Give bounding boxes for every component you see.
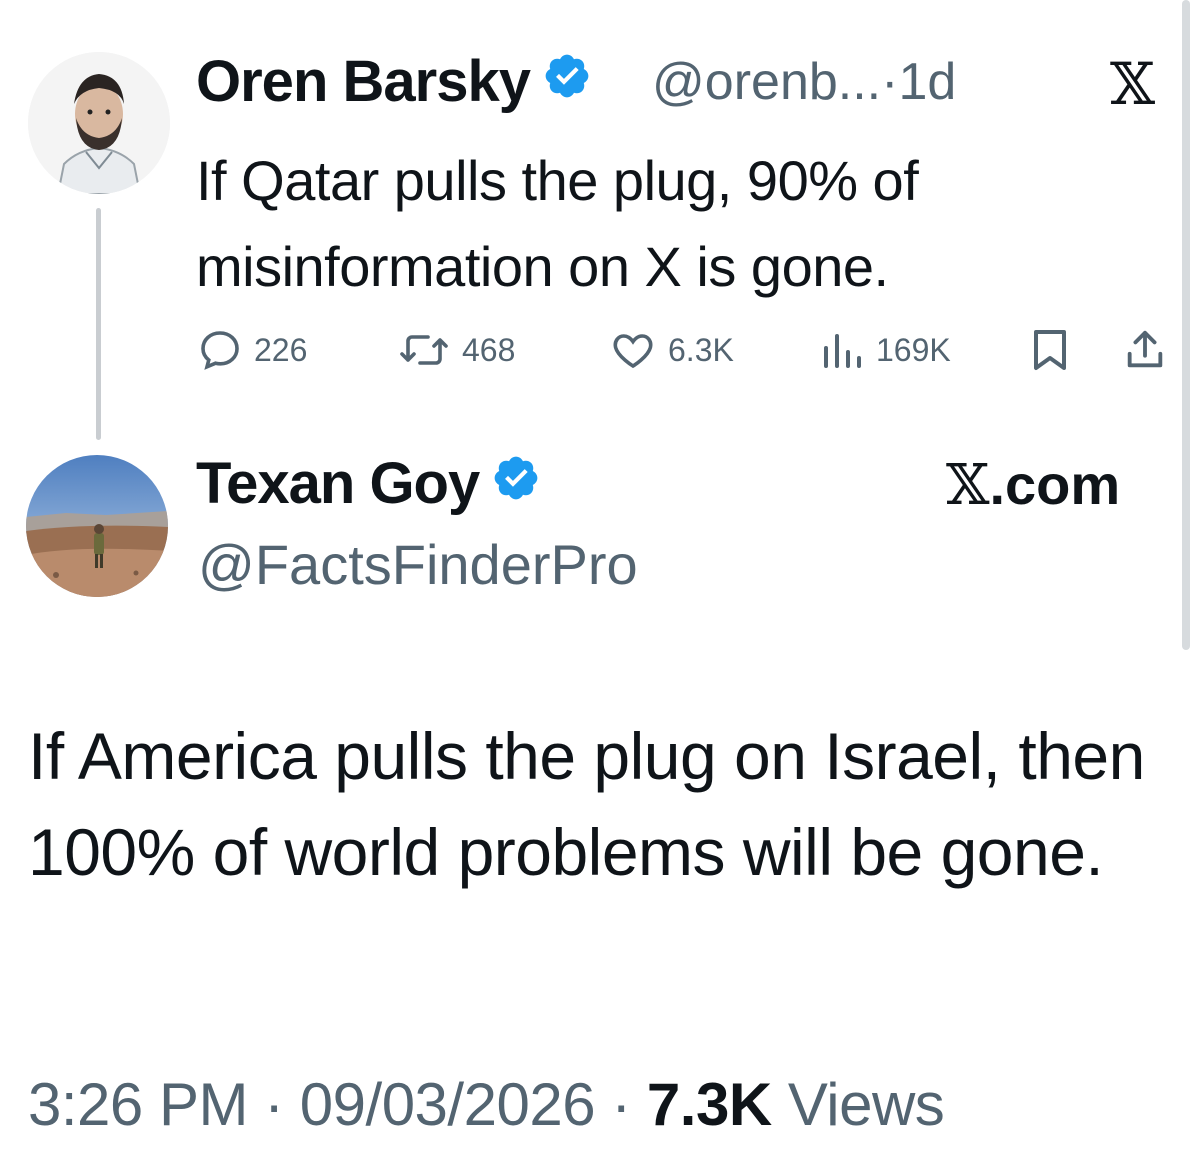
thread-connector-line: [96, 208, 101, 440]
share-icon: [1127, 330, 1163, 368]
bookmark-icon: [1034, 330, 1066, 370]
action-bar: 226 468 6.3K 169K: [196, 326, 1171, 382]
reply-button[interactable]: 226: [196, 326, 307, 374]
avatar-texan-goy[interactable]: [26, 455, 168, 597]
bookmark-button[interactable]: [1028, 326, 1082, 374]
avatar-illustration: [28, 52, 170, 194]
views-button[interactable]: 169K: [818, 326, 951, 374]
author-name-row: Oren Barsky: [196, 48, 592, 115]
views-count: 169K: [876, 331, 951, 368]
reply-tweet-text: If America pulls the plug on Israel, the…: [28, 719, 1145, 889]
repost-count: 468: [462, 331, 516, 368]
like-button[interactable]: 6.3K: [608, 326, 734, 374]
x-com-label: 𝕏.com: [946, 453, 1121, 518]
scrollbar[interactable]: [1182, 0, 1190, 650]
reply-icon: [201, 331, 239, 370]
repost-button[interactable]: 468: [396, 326, 515, 374]
x-logo-icon: 𝕏: [946, 453, 990, 518]
reply-count: 226: [254, 331, 308, 368]
verified-badge-icon: [542, 48, 592, 115]
view-count: 7.3K: [646, 1071, 772, 1138]
x-logo-icon: 𝕏: [1110, 50, 1156, 118]
tweet-age[interactable]: 1d: [898, 53, 956, 111]
views-chart-icon: [824, 334, 861, 368]
tweet-text: If Qatar pulls the plug, 90% of misinfor…: [196, 149, 919, 298]
author-name[interactable]: Oren Barsky: [196, 48, 531, 115]
handle-and-age: @orenb...·1d: [652, 52, 956, 112]
verified-badge-icon: [491, 450, 541, 517]
reply-author-name-row: Texan Goy: [196, 450, 541, 517]
share-button[interactable]: [1122, 326, 1178, 374]
avatar-landscape-photo: [26, 455, 168, 597]
tweet-time[interactable]: 3:26 PM: [28, 1071, 248, 1138]
like-count: 6.3K: [668, 331, 734, 368]
avatar-oren-barsky[interactable]: [28, 52, 170, 194]
tweet-date[interactable]: 09/03/2026: [300, 1071, 596, 1138]
views-label: Views: [771, 1071, 945, 1138]
reply-author-handle[interactable]: @FactsFinderPro: [198, 532, 638, 597]
repost-icon: [400, 335, 448, 365]
separator-dot: ·: [881, 53, 899, 111]
reply-author-name[interactable]: Texan Goy: [196, 450, 480, 517]
heart-icon: [613, 334, 653, 369]
author-handle[interactable]: @orenb...: [652, 53, 881, 111]
tweet-meta: 3:26 PM · 09/03/2026 · 7.3K Views: [28, 1071, 945, 1138]
